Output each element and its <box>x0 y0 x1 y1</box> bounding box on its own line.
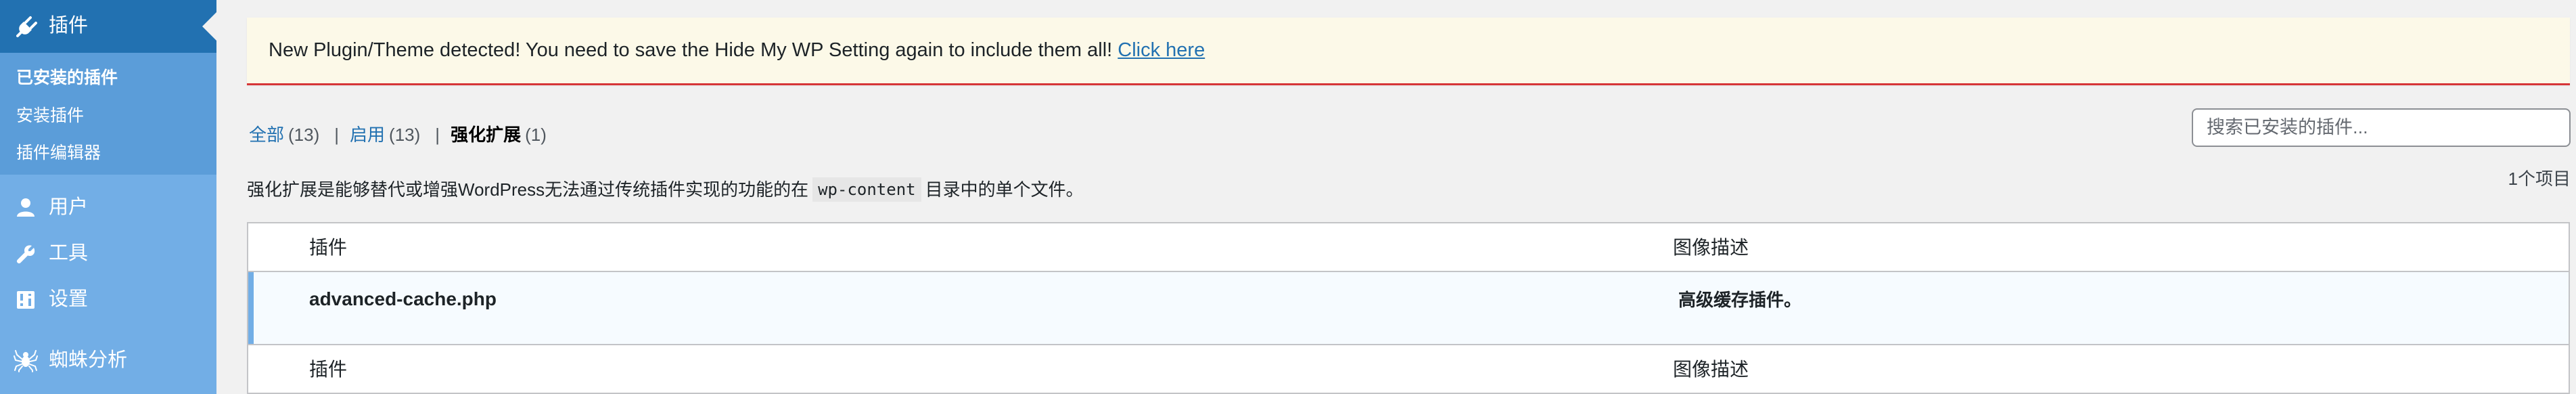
notice-text: New Plugin/Theme detected! You need to s… <box>269 41 1205 60</box>
table-footer: 插件 图像描述 <box>248 344 2569 393</box>
spider-icon <box>14 348 38 372</box>
submenu-add-plugins[interactable]: 安装插件 <box>16 108 84 125</box>
submenu-plugin-editor[interactable]: 插件编辑器 <box>16 145 101 162</box>
column-header-plugin: 插件 <box>309 237 348 258</box>
column-footer-description: 图像描述 <box>1673 359 1749 380</box>
filter-dropins[interactable]: 强化扩展 (1) <box>451 126 547 144</box>
description-before: 强化扩展是能够替代或增强WordPress无法通过传统插件实现的功能的在 <box>247 179 809 200</box>
plugin-status-filters: 全部 (13) | 启用 (13) | 强化扩展 (1) <box>249 126 547 144</box>
notice-message: New Plugin/Theme detected! You need to s… <box>269 39 1113 61</box>
dropins-description: 强化扩展是能够替代或增强WordPress无法通过传统插件实现的功能的在 wp-… <box>247 177 1084 202</box>
notice-click-here-link[interactable]: Click here <box>1118 39 1205 61</box>
plugin-detected-notice: New Plugin/Theme detected! You need to s… <box>247 18 2570 85</box>
admin-sidebar: 插件 已安装的插件 安装插件 插件编辑器 用户 工具 设置 蜘蛛分析 <box>0 0 216 394</box>
description-code: wp-content <box>812 177 921 202</box>
description-after: 目录中的单个文件。 <box>925 179 1084 200</box>
filter-all-count: (13) <box>288 125 320 145</box>
items-count: 1个项目 <box>2508 169 2571 189</box>
menu-label-users: 用户 <box>49 196 89 218</box>
table-header: 插件 图像描述 <box>248 223 2569 272</box>
plugin-name: advanced-cache.php <box>309 288 497 309</box>
filter-active-label: 启用 <box>350 125 386 145</box>
user-icon <box>15 196 37 218</box>
filter-active-count: (13) <box>389 125 421 145</box>
filter-all[interactable]: 全部 (13) <box>249 126 319 144</box>
plugin-description: 高级缓存插件。 <box>1678 290 1802 310</box>
column-footer-plugin: 插件 <box>309 359 348 380</box>
menu-label-plugins: 插件 <box>49 15 89 37</box>
plugin-icon <box>16 16 38 37</box>
filter-dropins-count: (1) <box>525 125 547 145</box>
menu-item-plugins[interactable]: 插件 <box>0 0 216 53</box>
settings-icon <box>15 289 37 311</box>
plugins-submenu: 已安装的插件 安装插件 插件编辑器 <box>0 53 216 175</box>
filter-separator: | <box>435 125 440 145</box>
column-header-description: 图像描述 <box>1673 237 1749 258</box>
filter-all-label: 全部 <box>249 125 285 145</box>
submenu-installed-plugins[interactable]: 已安装的插件 <box>16 70 118 87</box>
menu-label-tools: 工具 <box>49 242 89 264</box>
filter-dropins-label: 强化扩展 <box>451 125 522 145</box>
menu-label-settings: 设置 <box>49 288 89 310</box>
dropins-table: 插件 图像描述 advanced-cache.php 高级缓存插件。 插件 图像… <box>247 222 2570 394</box>
filter-separator: | <box>334 125 340 145</box>
menu-label-spider-analytics: 蜘蛛分析 <box>49 349 128 371</box>
table-row: advanced-cache.php 高级缓存插件。 <box>248 272 2569 344</box>
wrench-icon <box>15 243 37 265</box>
search-plugins-input[interactable] <box>2192 108 2571 147</box>
filter-active[interactable]: 启用 (13) <box>350 126 420 144</box>
